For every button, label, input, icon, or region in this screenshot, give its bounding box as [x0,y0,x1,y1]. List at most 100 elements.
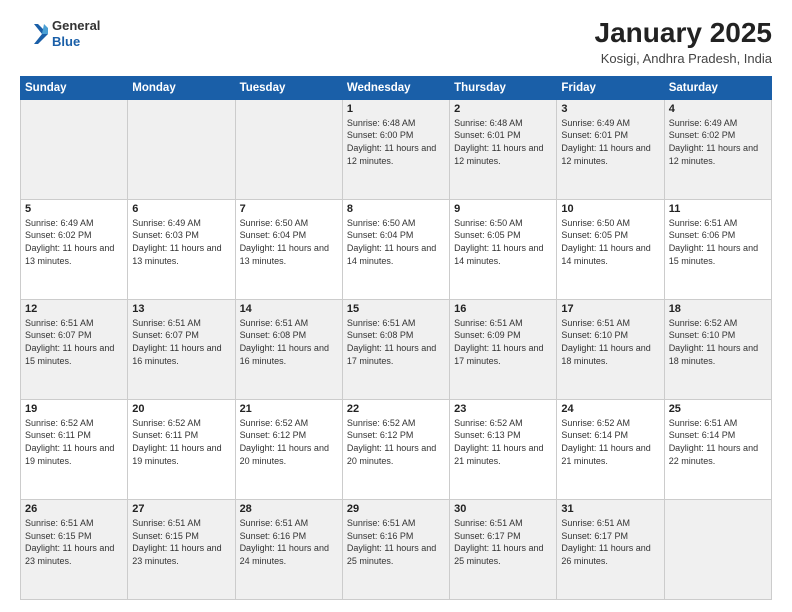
calendar-cell: 2 Sunrise: 6:48 AM Sunset: 6:01 PM Daylig… [450,99,557,199]
day-info: Sunrise: 6:51 AM Sunset: 6:16 PM Dayligh… [347,517,445,567]
day-info: Sunrise: 6:52 AM Sunset: 6:13 PM Dayligh… [454,417,552,467]
day-number: 1 [347,103,445,115]
day-info: Sunrise: 6:51 AM Sunset: 6:16 PM Dayligh… [240,517,338,567]
calendar-cell: 23 Sunrise: 6:52 AM Sunset: 6:13 PM Dayli… [450,399,557,499]
col-header-monday: Monday [128,76,235,99]
calendar-cell: 14Sunrise: 6:51 AM Sunset: 6:08 PM Dayli… [235,299,342,399]
day-number: 20 [132,403,230,415]
day-number: 27 [132,503,230,515]
title-block: January 2025 Kosigi, Andhra Pradesh, Ind… [595,18,772,66]
day-number: 19 [25,403,123,415]
calendar-week-row: 26Sunrise: 6:51 AM Sunset: 6:15 PM Dayli… [21,499,772,599]
calendar-cell [128,99,235,199]
day-info: Sunrise: 6:51 AM Sunset: 6:09 PM Dayligh… [454,317,552,367]
calendar-week-row: 19 Sunrise: 6:52 AM Sunset: 6:11 PM Dayli… [21,399,772,499]
calendar-cell: 29 Sunrise: 6:51 AM Sunset: 6:16 PM Dayli… [342,499,449,599]
day-info: Sunrise: 6:52 AM Sunset: 6:11 PM Dayligh… [25,417,123,467]
day-info: Sunrise: 6:52 AM Sunset: 6:12 PM Dayligh… [347,417,445,467]
calendar-week-row: 1 Sunrise: 6:48 AM Sunset: 6:00 PM Daylig… [21,99,772,199]
calendar-cell: 30 Sunrise: 6:51 AM Sunset: 6:17 PM Dayli… [450,499,557,599]
day-number: 17 [561,303,659,315]
day-number: 13 [132,303,230,315]
calendar-cell: 10 Sunrise: 6:50 AM Sunset: 6:05 PM Dayli… [557,199,664,299]
calendar-cell: 18Sunrise: 6:52 AM Sunset: 6:10 PM Dayli… [664,299,771,399]
calendar-cell: 8 Sunrise: 6:50 AM Sunset: 6:04 PM Daylig… [342,199,449,299]
day-info: Sunrise: 6:49 AM Sunset: 6:03 PM Dayligh… [132,217,230,267]
col-header-sunday: Sunday [21,76,128,99]
day-number: 23 [454,403,552,415]
day-info: Sunrise: 6:51 AM Sunset: 6:17 PM Dayligh… [561,517,659,567]
day-info: Sunrise: 6:49 AM Sunset: 6:01 PM Dayligh… [561,117,659,167]
day-info: Sunrise: 6:52 AM Sunset: 6:11 PM Dayligh… [132,417,230,467]
day-info: Sunrise: 6:51 AM Sunset: 6:15 PM Dayligh… [25,517,123,567]
day-info: Sunrise: 6:48 AM Sunset: 6:01 PM Dayligh… [454,117,552,167]
calendar-cell: 4 Sunrise: 6:49 AM Sunset: 6:02 PM Daylig… [664,99,771,199]
day-number: 4 [669,103,767,115]
day-info: Sunrise: 6:51 AM Sunset: 6:10 PM Dayligh… [561,317,659,367]
calendar-cell: 25 Sunrise: 6:51 AM Sunset: 6:14 PM Dayli… [664,399,771,499]
calendar: SundayMondayTuesdayWednesdayThursdayFrid… [20,76,772,600]
calendar-cell [21,99,128,199]
calendar-cell: 12 Sunrise: 6:51 AM Sunset: 6:07 PM Dayli… [21,299,128,399]
logo-general: General [52,18,100,34]
day-number: 8 [347,203,445,215]
calendar-cell: 6Sunrise: 6:49 AM Sunset: 6:03 PM Daylig… [128,199,235,299]
calendar-week-row: 12 Sunrise: 6:51 AM Sunset: 6:07 PM Dayli… [21,299,772,399]
day-info: Sunrise: 6:51 AM Sunset: 6:17 PM Dayligh… [454,517,552,567]
calendar-cell [235,99,342,199]
col-header-tuesday: Tuesday [235,76,342,99]
day-info: Sunrise: 6:51 AM Sunset: 6:08 PM Dayligh… [347,317,445,367]
logo-icon [20,20,48,48]
day-info: Sunrise: 6:51 AM Sunset: 6:07 PM Dayligh… [132,317,230,367]
calendar-cell: 3 Sunrise: 6:49 AM Sunset: 6:01 PM Daylig… [557,99,664,199]
calendar-cell: 16 Sunrise: 6:51 AM Sunset: 6:09 PM Dayli… [450,299,557,399]
day-info: Sunrise: 6:52 AM Sunset: 6:10 PM Dayligh… [669,317,767,367]
calendar-week-row: 5Sunrise: 6:49 AM Sunset: 6:02 PM Daylig… [21,199,772,299]
day-number: 30 [454,503,552,515]
day-info: Sunrise: 6:50 AM Sunset: 6:05 PM Dayligh… [561,217,659,267]
day-info: Sunrise: 6:50 AM Sunset: 6:04 PM Dayligh… [347,217,445,267]
calendar-cell: 31Sunrise: 6:51 AM Sunset: 6:17 PM Dayli… [557,499,664,599]
day-info: Sunrise: 6:51 AM Sunset: 6:07 PM Dayligh… [25,317,123,367]
day-info: Sunrise: 6:49 AM Sunset: 6:02 PM Dayligh… [669,117,767,167]
calendar-cell: 19 Sunrise: 6:52 AM Sunset: 6:11 PM Dayli… [21,399,128,499]
day-info: Sunrise: 6:50 AM Sunset: 6:05 PM Dayligh… [454,217,552,267]
day-number: 21 [240,403,338,415]
day-info: Sunrise: 6:51 AM Sunset: 6:14 PM Dayligh… [669,417,767,467]
day-number: 29 [347,503,445,515]
day-info: Sunrise: 6:48 AM Sunset: 6:00 PM Dayligh… [347,117,445,167]
day-number: 25 [669,403,767,415]
day-number: 24 [561,403,659,415]
calendar-cell: 21Sunrise: 6:52 AM Sunset: 6:12 PM Dayli… [235,399,342,499]
day-number: 12 [25,303,123,315]
calendar-cell: 15 Sunrise: 6:51 AM Sunset: 6:08 PM Dayli… [342,299,449,399]
col-header-saturday: Saturday [664,76,771,99]
day-number: 15 [347,303,445,315]
calendar-header-row: SundayMondayTuesdayWednesdayThursdayFrid… [21,76,772,99]
col-header-friday: Friday [557,76,664,99]
col-header-wednesday: Wednesday [342,76,449,99]
day-number: 3 [561,103,659,115]
calendar-cell: 13 Sunrise: 6:51 AM Sunset: 6:07 PM Dayli… [128,299,235,399]
day-number: 16 [454,303,552,315]
logo-blue: Blue [52,34,100,50]
day-info: Sunrise: 6:49 AM Sunset: 6:02 PM Dayligh… [25,217,123,267]
header: General Blue January 2025 Kosigi, Andhra… [20,18,772,66]
day-number: 10 [561,203,659,215]
day-number: 7 [240,203,338,215]
calendar-cell [664,499,771,599]
day-number: 14 [240,303,338,315]
day-number: 2 [454,103,552,115]
location: Kosigi, Andhra Pradesh, India [595,51,772,66]
day-number: 9 [454,203,552,215]
calendar-cell: 5Sunrise: 6:49 AM Sunset: 6:02 PM Daylig… [21,199,128,299]
calendar-cell: 22Sunrise: 6:52 AM Sunset: 6:12 PM Dayli… [342,399,449,499]
page: General Blue January 2025 Kosigi, Andhra… [0,0,792,612]
calendar-cell: 11Sunrise: 6:51 AM Sunset: 6:06 PM Dayli… [664,199,771,299]
day-info: Sunrise: 6:51 AM Sunset: 6:06 PM Dayligh… [669,217,767,267]
calendar-cell: 1 Sunrise: 6:48 AM Sunset: 6:00 PM Daylig… [342,99,449,199]
day-info: Sunrise: 6:50 AM Sunset: 6:04 PM Dayligh… [240,217,338,267]
day-number: 28 [240,503,338,515]
calendar-cell: 26Sunrise: 6:51 AM Sunset: 6:15 PM Dayli… [21,499,128,599]
month-title: January 2025 [595,18,772,49]
